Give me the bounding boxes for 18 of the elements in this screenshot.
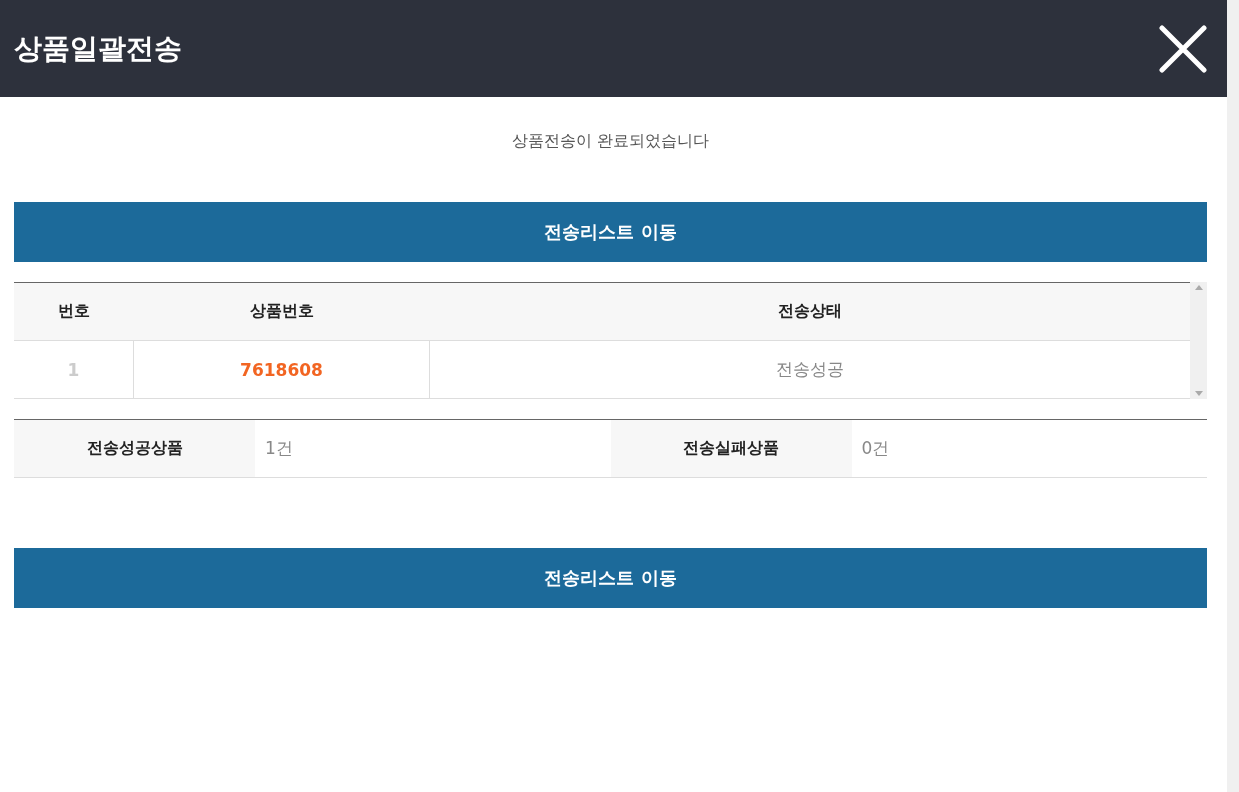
summary-value: 0건 — [851, 419, 1207, 478]
column-header: 상품번호 — [133, 282, 430, 341]
transfer-list-button[interactable]: 전송리스트 이동 — [14, 202, 1207, 262]
summary-label: 전송실패상품 — [610, 419, 852, 478]
column-header: 전송상태 — [429, 282, 1190, 341]
table-cell: 전송성공 — [429, 340, 1190, 399]
window-title: 상품일괄전송 — [14, 30, 182, 67]
down-arrow-icon[interactable] — [1194, 391, 1203, 396]
summary-label: 전송성공상품 — [14, 419, 255, 478]
summary-value: 1건 — [255, 419, 611, 478]
close-icon[interactable] — [1159, 24, 1207, 73]
transfer-list-button[interactable]: 전송리스트 이동 — [14, 548, 1207, 608]
up-arrow-icon[interactable] — [1194, 285, 1203, 290]
page-scrollbar[interactable] — [1227, 0, 1239, 792]
completion-message: 상품전송이 완료되었습니다 — [511, 131, 710, 152]
scrollbar[interactable] — [1190, 282, 1207, 399]
column-header: 번호 — [14, 282, 134, 341]
product-number-link[interactable]: 7618608 — [133, 340, 430, 399]
